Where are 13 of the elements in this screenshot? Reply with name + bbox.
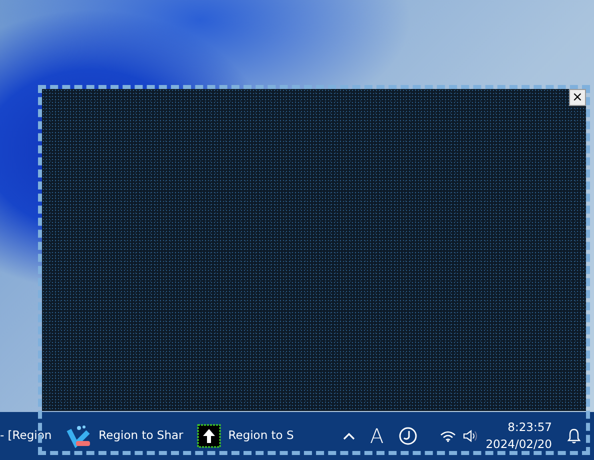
ime-indicator[interactable]: A bbox=[370, 426, 384, 446]
bell-icon[interactable] bbox=[566, 428, 582, 444]
circle-icon[interactable] bbox=[398, 426, 418, 446]
speaker-icon[interactable] bbox=[462, 429, 478, 443]
clock-time: 8:23:57 bbox=[508, 418, 552, 436]
clock-date: 2024/02/20 bbox=[486, 436, 552, 453]
wifi-icon[interactable] bbox=[440, 430, 456, 442]
chevron-up-icon[interactable] bbox=[342, 431, 356, 441]
taskbar-app[interactable]: Region to Shar bbox=[62, 424, 188, 448]
close-button[interactable]: × bbox=[569, 89, 586, 106]
taskbar-app[interactable]: Region to S bbox=[193, 424, 298, 448]
paint-brush-icon[interactable] bbox=[66, 424, 92, 448]
taskbar-clock[interactable]: 8:23:57 2024/02/20 bbox=[486, 418, 552, 454]
